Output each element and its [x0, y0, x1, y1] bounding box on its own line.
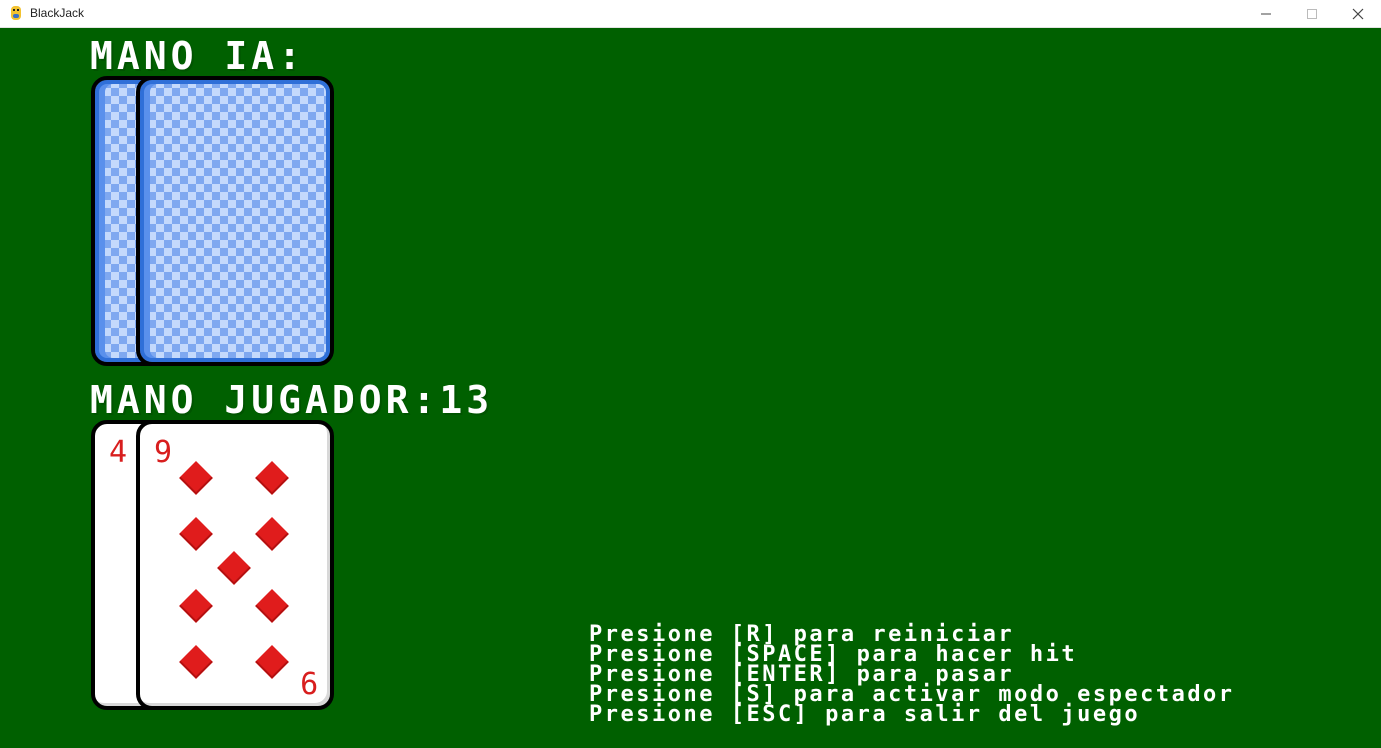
window-title: BlackJack [30, 6, 85, 20]
maximize-icon [1307, 9, 1317, 19]
player-score: 13 [439, 378, 494, 422]
card-rank-inverted: 9 [299, 664, 318, 699]
ai-hand-label: MANO IA: [90, 34, 306, 78]
ai-card-facedown [136, 76, 334, 366]
window-titlebar: BlackJack [0, 0, 1381, 28]
close-icon [1352, 8, 1364, 20]
card-rank: 9 [154, 435, 173, 470]
diamond-icon [255, 517, 289, 551]
diamond-icon [217, 551, 251, 585]
game-table[interactable]: MANO IA: MANO JUGADOR:13 4 9 9 Presione … [0, 28, 1381, 748]
player-hand-title: MANO JUGADOR: [90, 378, 440, 422]
diamond-icon [179, 645, 213, 679]
instruction-exit: Presione [ESC] para salir del juego [589, 702, 1141, 727]
controls-instructions: Presione [R] para reiniciar Presione [SP… [589, 624, 1235, 727]
diamond-icon [255, 461, 289, 495]
minimize-button[interactable] [1243, 0, 1289, 28]
card-rank: 4 [109, 435, 128, 470]
player-hand-label: MANO JUGADOR:13 [90, 378, 493, 422]
pygame-snake-icon [11, 6, 21, 20]
player-card-9-diamonds: 9 9 [136, 420, 334, 710]
diamond-icon [179, 517, 213, 551]
diamond-icon [255, 645, 289, 679]
maximize-button[interactable] [1289, 0, 1335, 28]
diamond-icon [255, 589, 289, 623]
diamond-icon [179, 589, 213, 623]
close-button[interactable] [1335, 0, 1381, 28]
minimize-icon [1261, 13, 1271, 15]
diamond-icon [179, 461, 213, 495]
